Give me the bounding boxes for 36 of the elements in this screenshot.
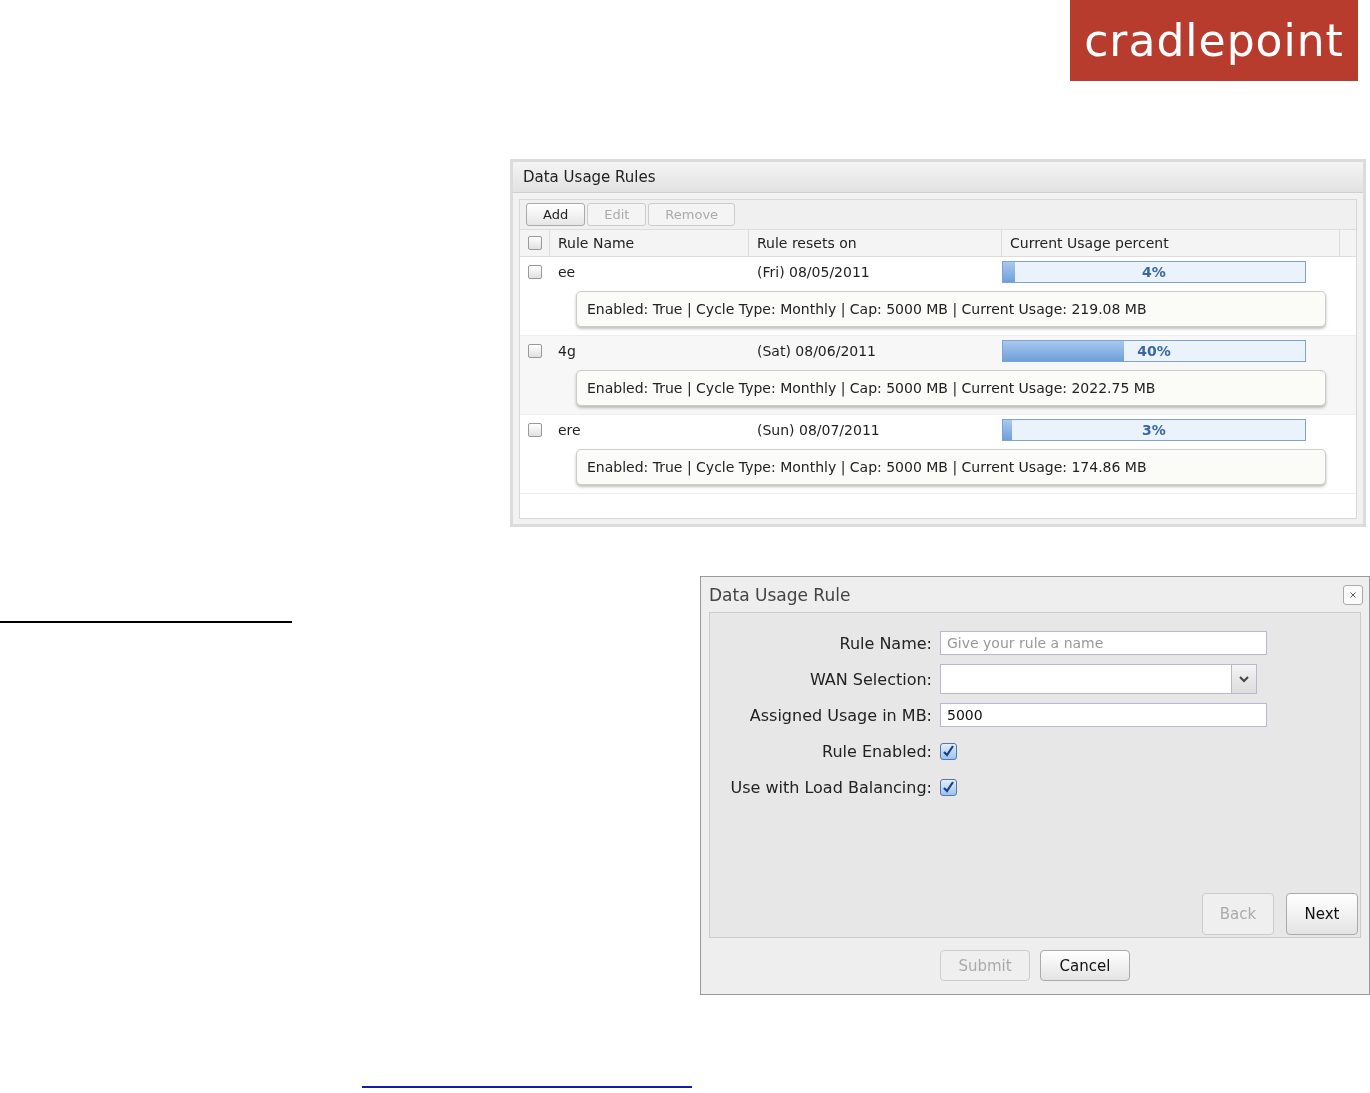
usage-percent: 3% — [1141, 421, 1167, 440]
dropdown-field[interactable] — [940, 664, 1257, 694]
wizard-button[interactable]: Next — [1286, 893, 1358, 935]
field-label: Assigned Usage in MB: — [748, 705, 932, 725]
toolbar-button[interactable]: Add — [526, 203, 586, 226]
chevron-down-icon — [1239, 675, 1249, 683]
rule-name: 4g — [557, 343, 577, 359]
rule-details-tooltip: Enabled: True | Cycle Type: Monthly | Cap: 5000 MB | Current Usage: 174.86 MB — [576, 449, 1326, 485]
checkbox[interactable] — [940, 742, 957, 760]
column-header: Rule Name — [558, 235, 635, 251]
column-header: Current Usage percent — [1010, 235, 1169, 251]
text-field[interactable]: 5000 — [940, 703, 1267, 727]
reset-date: (Fri) 08/05/2011 — [756, 264, 871, 280]
checkbox[interactable] — [528, 423, 542, 437]
field-label: Rule Name: — [838, 633, 932, 653]
rule-details-tooltip: Enabled: True | Cycle Type: Monthly | Cap: 5000 MB | Current Usage: 2022.75 MB — [576, 370, 1326, 406]
rule-details-tooltip: Enabled: True | Cycle Type: Monthly | Cap: 5000 MB | Current Usage: 219.08 MB — [576, 291, 1326, 327]
column-header: Rule resets on — [757, 235, 857, 251]
checkbox[interactable] — [527, 236, 542, 250]
reset-date: (Sun) 08/07/2011 — [756, 422, 881, 438]
rule-name: ere — [557, 422, 582, 438]
text-field[interactable]: Give your rule a name — [940, 631, 1267, 655]
usage-percent: 40% — [1136, 342, 1172, 361]
checkbox[interactable] — [528, 344, 542, 358]
dialog-button[interactable]: Cancel — [1040, 950, 1130, 981]
field-label: Rule Enabled: — [821, 741, 932, 761]
brand-logo: cradlepoint — [1070, 0, 1358, 81]
field-label: Use with Load Balancing: — [729, 777, 932, 797]
usage-percent: 4% — [1141, 263, 1167, 282]
dialog-title: Data Usage Rule — [709, 584, 851, 605]
checkbox[interactable] — [940, 778, 957, 796]
checkbox[interactable] — [528, 265, 542, 279]
reset-date: (Sat) 08/06/2011 — [756, 343, 878, 359]
close-icon[interactable] — [1343, 584, 1363, 605]
field-label: WAN Selection: — [808, 669, 932, 689]
rule-name: ee — [557, 264, 577, 280]
